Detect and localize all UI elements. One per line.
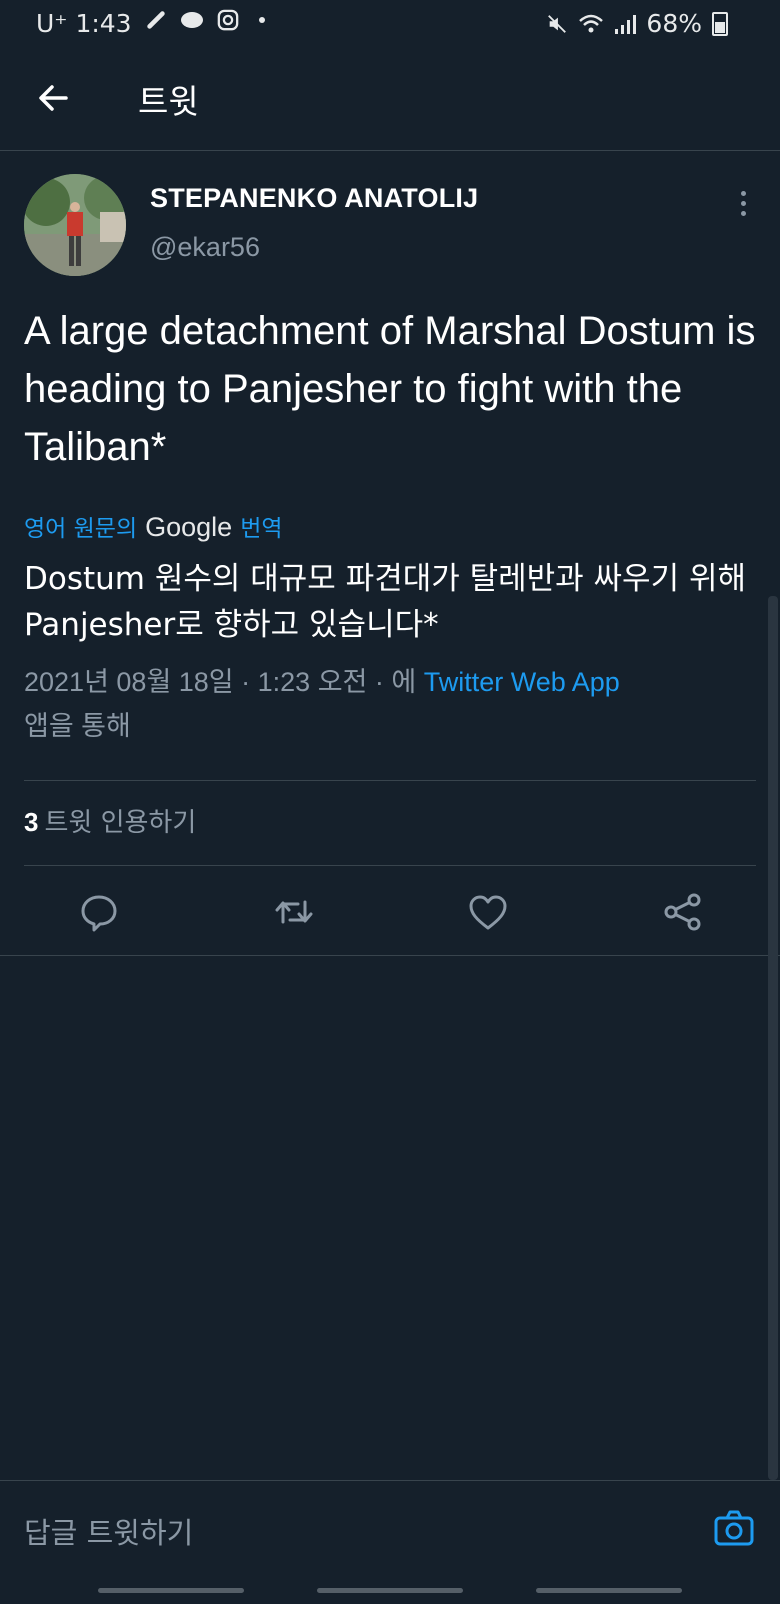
system-nav-back[interactable] xyxy=(536,1588,682,1593)
link-icon xyxy=(147,11,165,29)
translation-prefix: 영어 원문의 xyxy=(24,516,138,542)
mute-icon xyxy=(548,14,567,33)
like-button[interactable] xyxy=(466,890,510,934)
signal-icon xyxy=(615,14,637,34)
more-vertical-icon xyxy=(732,191,754,216)
reply-bar-divider xyxy=(0,1480,780,1481)
wifi-icon xyxy=(579,14,604,32)
display-name[interactable]: STEPANENKO ANATOLIJ xyxy=(150,183,478,214)
share-icon xyxy=(664,893,701,931)
reply-button[interactable] xyxy=(77,890,121,934)
source-link[interactable]: Twitter Web App xyxy=(424,667,620,697)
header-divider xyxy=(0,150,780,151)
battery-percent: 68% xyxy=(646,9,702,38)
translation-suffix: 번역 xyxy=(240,516,283,542)
dot-icon xyxy=(259,17,265,23)
status-notification-icons xyxy=(145,9,265,31)
translated-text: Dostum 원수의 대규모 파견대가 탈레반과 싸우기 위해 Panjeshe… xyxy=(24,561,746,643)
quote-tweets-link[interactable]: 3 트윗 인용하기 xyxy=(24,802,196,839)
tweet-text: A large detachment of Marshal Dostum is … xyxy=(24,309,756,469)
system-nav-recents[interactable] xyxy=(98,1588,244,1593)
quote-label: 트윗 인용하기 xyxy=(44,808,197,838)
translation-attribution[interactable]: 영어 원문의 Google 번역 xyxy=(24,509,283,543)
top-app-bar: 트윗 xyxy=(0,50,780,150)
divider xyxy=(24,865,756,866)
avatar-photo xyxy=(24,174,126,276)
instagram-icon xyxy=(217,9,239,31)
more-options-button[interactable] xyxy=(732,188,754,222)
reply-icon xyxy=(81,895,117,932)
status-carrier-time: U⁺ 1:43 xyxy=(36,9,132,38)
share-button[interactable] xyxy=(661,890,705,934)
quote-count: 3 xyxy=(24,807,39,837)
scrollbar[interactable] xyxy=(768,596,778,1480)
divider xyxy=(24,780,756,781)
back-arrow-icon xyxy=(39,85,68,111)
divider xyxy=(0,955,780,956)
source-suffix: 앱을 통해 xyxy=(24,711,131,741)
tweet-datetime: 2021년 08월 18일 · 1:23 오전 · 에 xyxy=(24,667,417,697)
status-bar: U⁺ 1:43 68% xyxy=(0,0,780,50)
reply-input[interactable]: 답글 트윗하기 xyxy=(24,1510,193,1552)
avatar[interactable] xyxy=(24,174,126,276)
tweet-meta: 2021년 08월 18일 · 1:23 오전 · 에 Twitter Web … xyxy=(24,660,764,748)
camera-button[interactable] xyxy=(712,1506,756,1550)
camera-icon xyxy=(714,1510,754,1546)
system-nav-home[interactable] xyxy=(317,1588,463,1593)
like-heart-icon xyxy=(469,895,507,930)
username[interactable]: @ekar56 xyxy=(150,232,260,263)
google-logo-text: Google xyxy=(145,512,233,542)
status-system-icons: 68% xyxy=(546,9,728,38)
cloud-icon xyxy=(181,12,203,28)
page-title: 트윗 xyxy=(138,82,199,121)
back-button[interactable] xyxy=(32,76,76,120)
battery-icon xyxy=(712,11,728,36)
retweet-icon xyxy=(275,900,313,924)
retweet-button[interactable] xyxy=(272,890,316,934)
